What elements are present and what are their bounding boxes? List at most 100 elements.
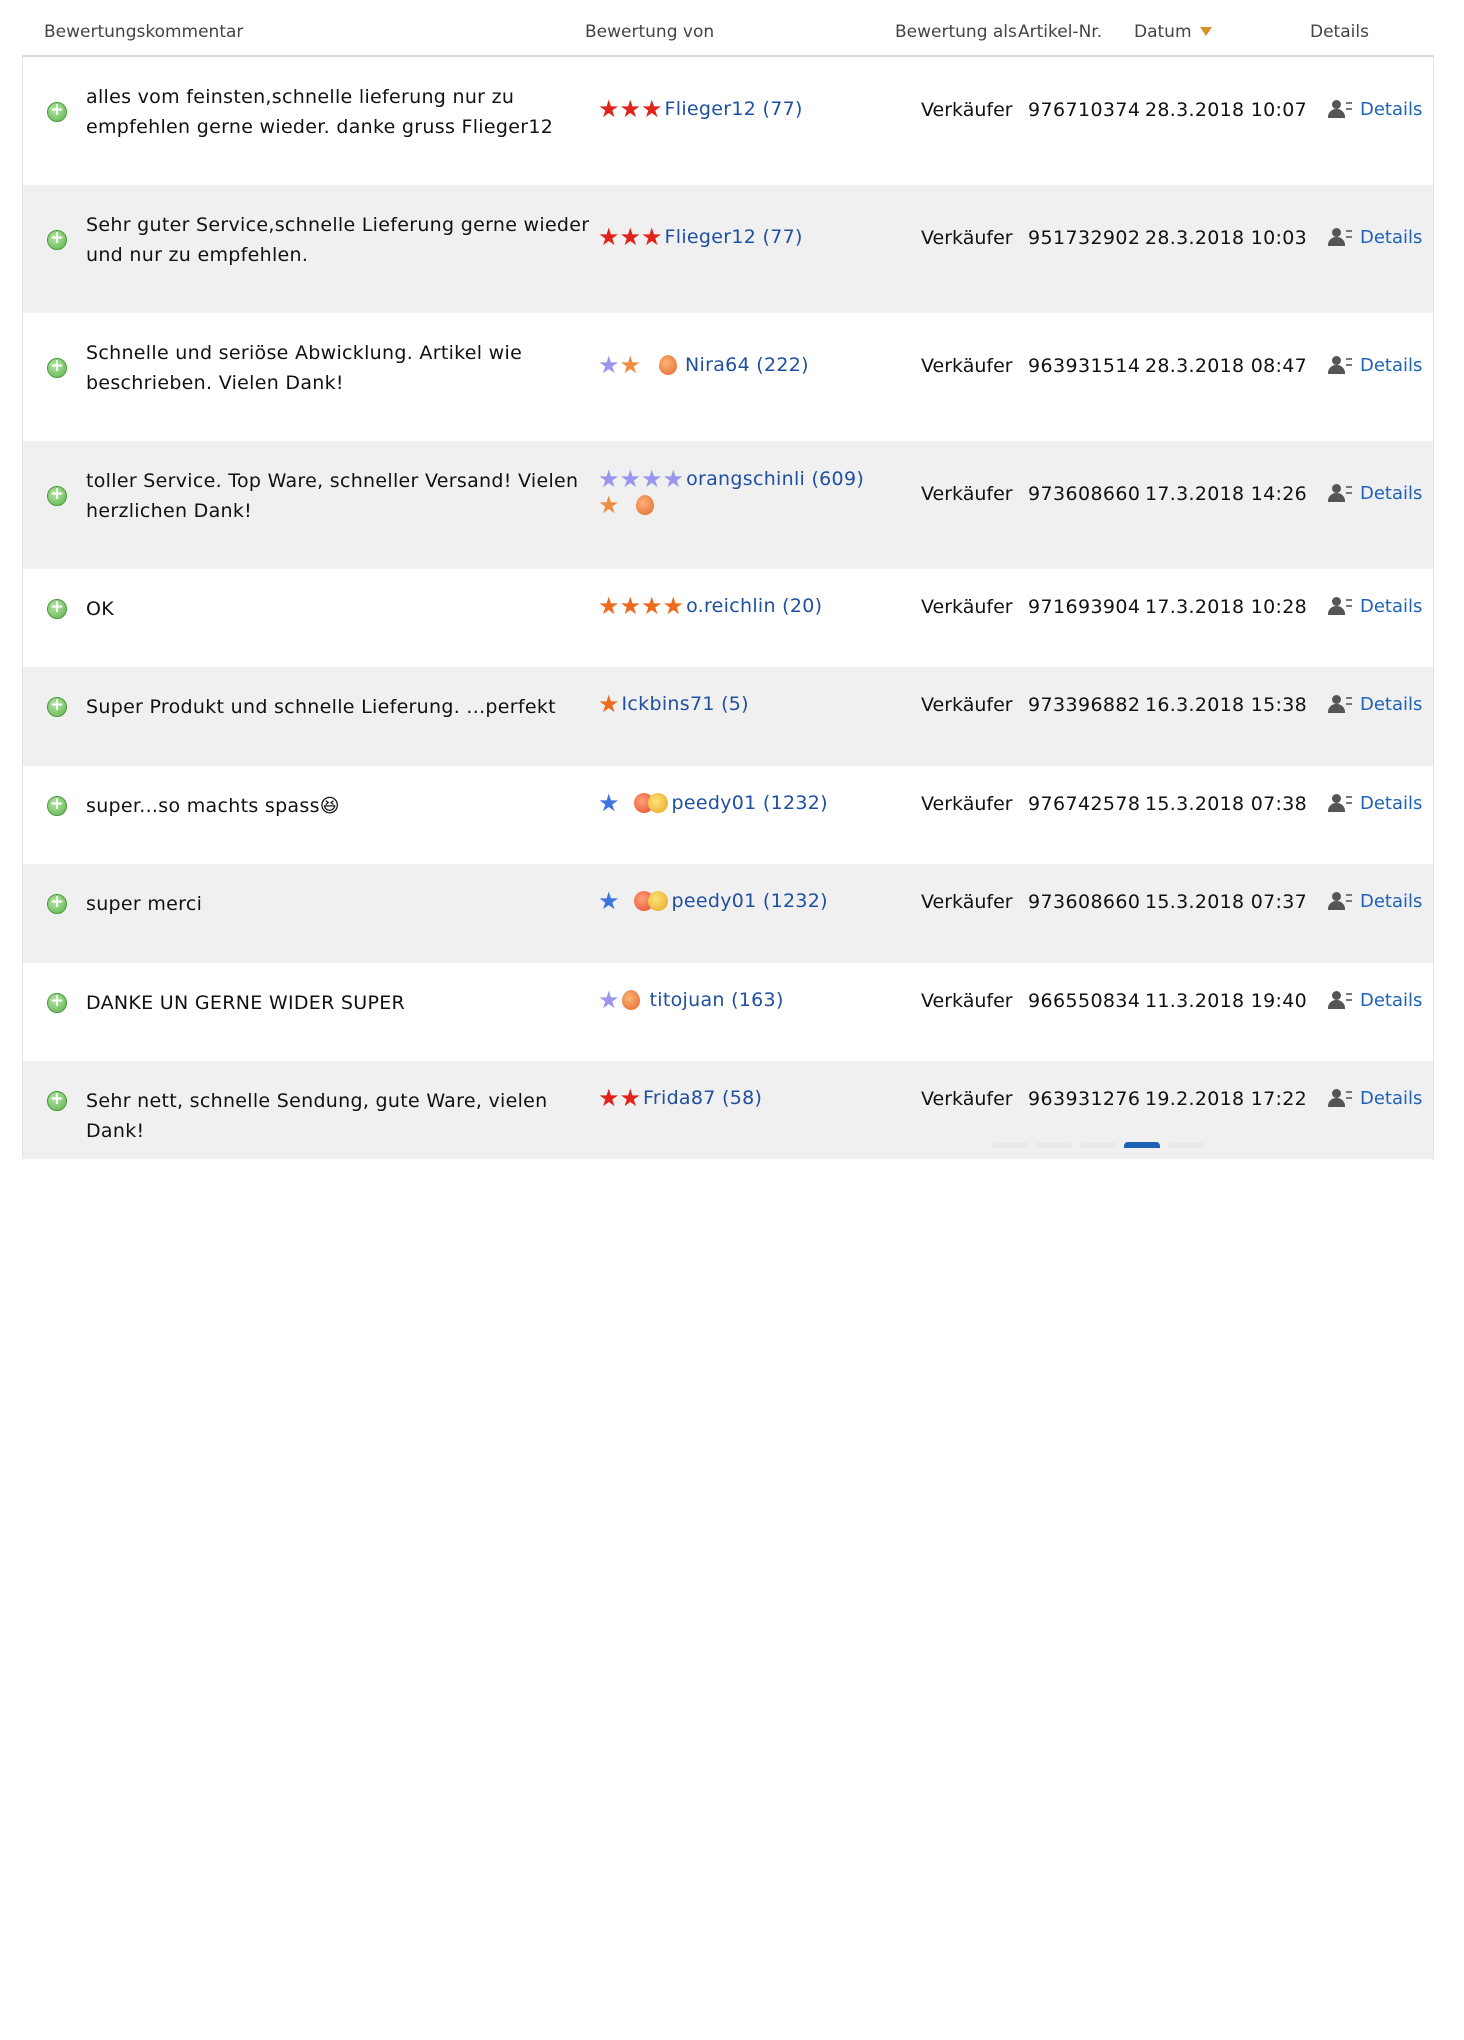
rating-role: Verkäufer [921,793,1013,815]
star-icon: ★ [619,1084,642,1112]
plus-circle-icon [47,597,67,619]
table-row: alles vom feinsten,schnelle lieferung nu… [22,57,1434,185]
page-button[interactable] [1168,1142,1204,1148]
star-icon: ★ [598,223,620,251]
page-button-active[interactable] [1124,1142,1160,1148]
details-link[interactable]: Details [1328,483,1422,504]
rating-from: ★ ★ ★ Flieger12 (77) [598,225,898,249]
col-as[interactable]: Bewertung als [895,22,1017,42]
details-link[interactable]: Details [1328,990,1422,1011]
medal-icon [647,891,668,911]
col-article[interactable]: Artikel-Nr. [1018,22,1102,42]
star-icon: ★ [619,95,642,123]
rating-date: 16.3.2018 15:38 [1145,694,1307,716]
rating-date: 28.3.2018 08:47 [1145,355,1307,377]
page-button[interactable] [992,1142,1028,1148]
details-label: Details [1360,483,1423,504]
plus-circle-icon [47,100,67,122]
rating-date: 17.3.2018 10:28 [1145,596,1307,618]
plus-circle-icon [47,991,67,1013]
person-details-icon [1328,1088,1352,1109]
rating-from: ★ ★ ★ Flieger12 (77) [598,97,898,121]
article-number: 963931276 [1028,1088,1141,1110]
rating-comment: OK [86,598,115,620]
plus-circle-icon [47,892,67,914]
user-link[interactable]: peedy01 (1232) [672,792,828,814]
page-button[interactable] [1080,1142,1116,1148]
rating-comment: Schnelle und seriöse Abwicklung. Artikel… [86,342,523,394]
details-label: Details [1360,355,1423,376]
article-number: 973608660 [1028,891,1141,913]
rating-comment: Sehr guter Service,schnelle Lieferung ge… [86,214,590,266]
person-details-icon [1328,227,1352,248]
col-date-label: Datum [1134,22,1192,42]
table-row: super...so machts spass😆 ★ peedy01 (1232… [22,766,1434,864]
details-link[interactable]: Details [1328,891,1422,912]
user-link[interactable]: o.reichlin (20) [686,595,822,617]
pagination [992,1142,1204,1148]
col-from[interactable]: Bewertung von [585,22,714,42]
user-link[interactable]: Frida87 (58) [643,1087,762,1109]
star-icon: ★ [598,351,620,379]
rating-comment: Super Produkt und schnelle Lieferung. ..… [86,696,556,718]
user-link[interactable]: Flieger12 (77) [665,226,803,248]
plus-circle-icon [47,695,67,717]
user-link[interactable]: titojuan (163) [650,989,784,1011]
article-number: 971693904 [1028,596,1141,618]
plus-circle-icon [47,228,67,250]
details-link[interactable]: Details [1328,793,1422,814]
details-label: Details [1360,694,1423,715]
user-link[interactable]: Ickbins71 (5) [622,693,749,715]
page-button[interactable] [1036,1142,1072,1148]
sort-desc-icon[interactable] [1199,27,1212,36]
table-header: Bewertungskommentar Bewertung von Bewert… [22,0,1434,57]
col-comment[interactable]: Bewertungskommentar [44,22,243,42]
rating-from: ★ peedy01 (1232) [598,889,898,913]
person-details-icon [1328,483,1352,504]
details-label: Details [1360,596,1423,617]
star-icon: ★ [598,1084,620,1112]
col-details: Details [1310,22,1369,42]
star-icon: ★ [641,592,663,620]
star-icon: ★ [641,223,663,251]
user-link[interactable]: Nira64 (222) [685,354,809,376]
col-date[interactable]: Datum [1134,22,1212,42]
person-details-icon [1328,694,1352,715]
rating-role: Verkäufer [921,891,1013,913]
user-link[interactable]: orangschinli (609) [686,468,864,490]
rating-role: Verkäufer [921,990,1013,1012]
details-label: Details [1360,891,1423,912]
star-medal-icon: ★ [619,351,642,379]
details-link[interactable]: Details [1328,227,1422,248]
star-icon: ★ [598,887,620,915]
medal-icon [659,355,678,375]
plus-circle-icon [47,1089,67,1111]
star-medal-icon: ★ [598,491,620,519]
details-label: Details [1360,793,1423,814]
rating-role: Verkäufer [921,355,1013,377]
article-number: 966550834 [1028,990,1141,1012]
user-link[interactable]: peedy01 (1232) [672,890,828,912]
rating-role: Verkäufer [921,1088,1013,1110]
rating-role: Verkäufer [921,227,1013,249]
star-icon: ★ [662,592,685,620]
star-icon: ★ [619,465,642,493]
rating-from: ★ Ickbins71 (5) [598,692,898,716]
details-label: Details [1360,990,1423,1011]
details-label: Details [1360,1088,1423,1109]
details-link[interactable]: Details [1328,694,1422,715]
details-link[interactable]: Details [1328,596,1422,617]
medal-icon [621,990,640,1010]
details-link[interactable]: Details [1328,1088,1422,1109]
article-number: 951732902 [1028,227,1141,249]
details-link[interactable]: Details [1328,355,1422,376]
rating-comment: Sehr nett, schnelle Sendung, gute Ware, … [86,1090,548,1142]
rating-date: 17.3.2018 14:26 [1145,483,1307,505]
ratings-table: Bewertungskommentar Bewertung von Bewert… [22,0,1434,1159]
details-link[interactable]: Details [1328,99,1422,120]
rating-from: ★ ★ ★ ★ orangschinli (609) ★ [598,467,898,519]
star-icon: ★ [641,465,663,493]
details-label: Details [1360,99,1423,120]
star-icon: ★ [598,789,620,817]
user-link[interactable]: Flieger12 (77) [665,98,803,120]
